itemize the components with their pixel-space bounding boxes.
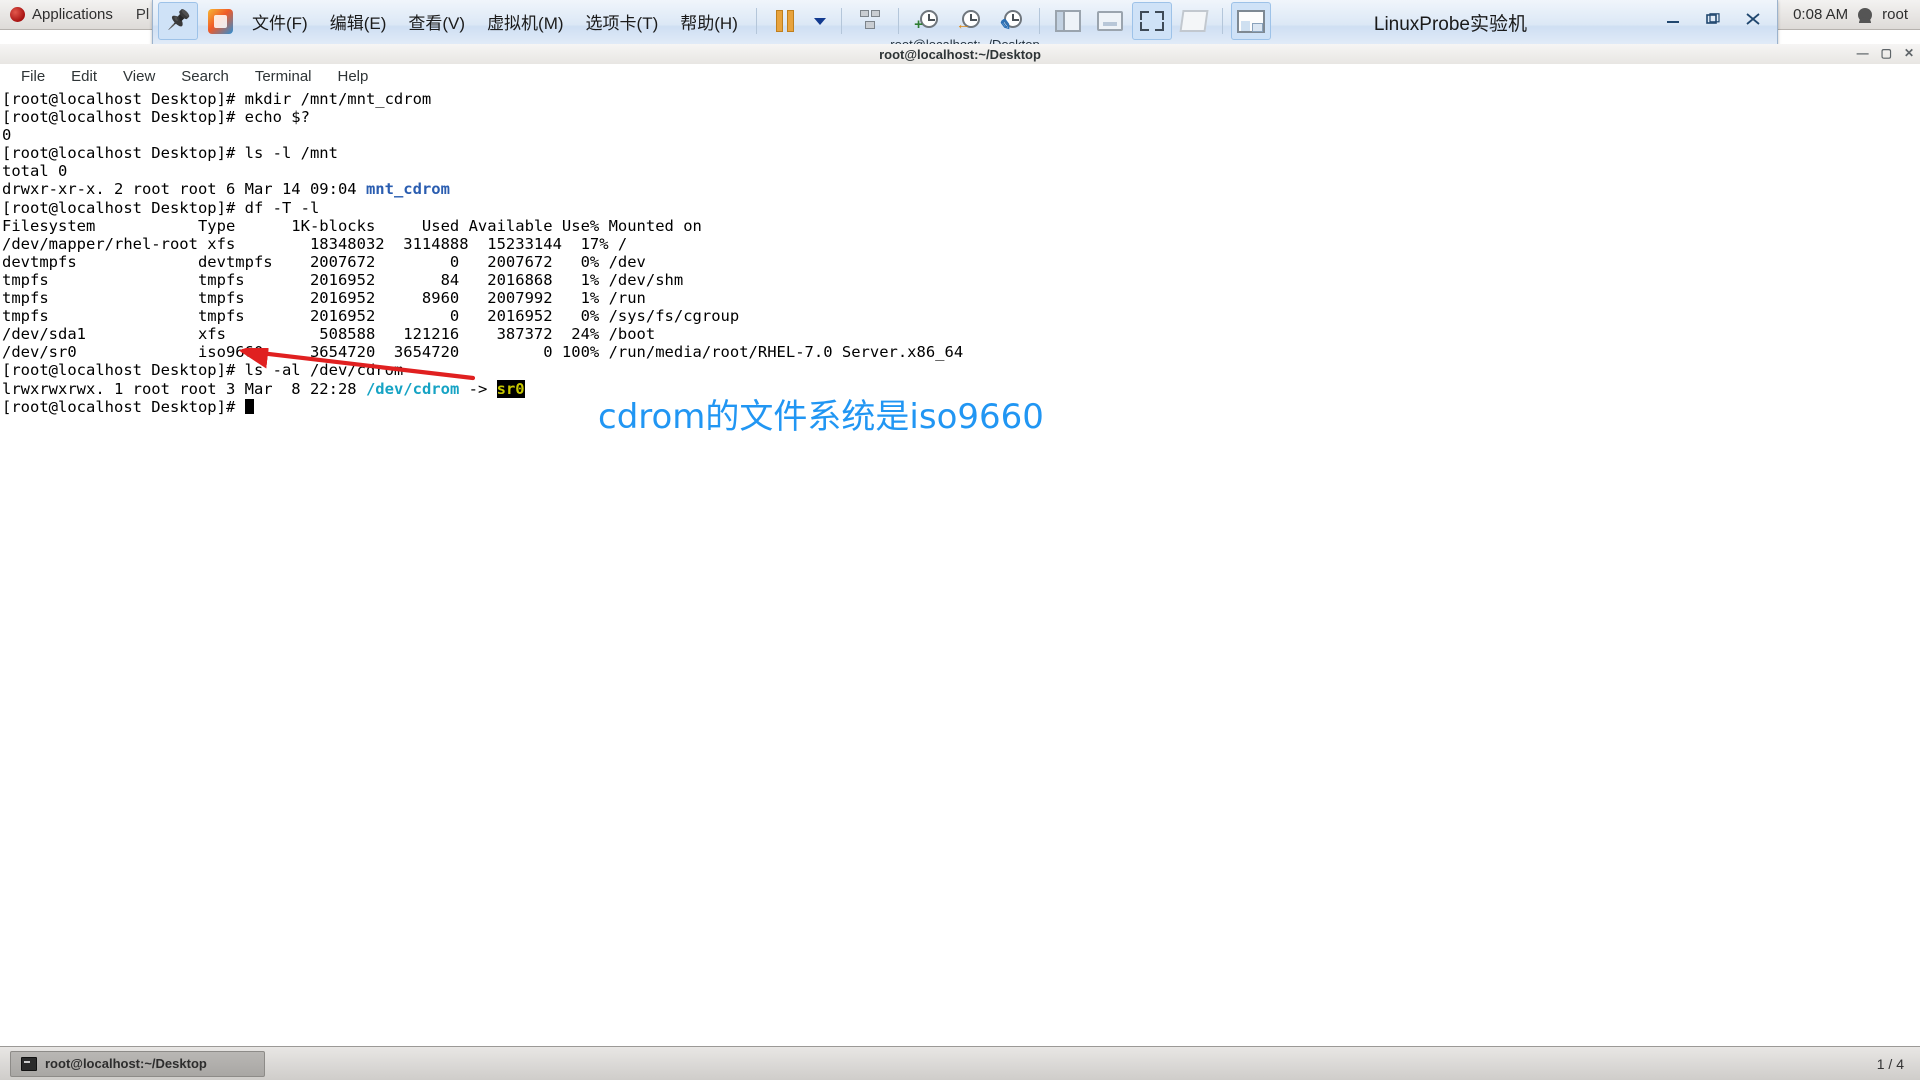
- vmware-app-icon[interactable]: [200, 2, 240, 40]
- menu-edit[interactable]: 编辑(E): [319, 6, 398, 36]
- terminal-title: root@localhost:~/Desktop: [879, 46, 1041, 62]
- gnome-terminal-window: root@localhost:~/Desktop — ▢ ✕ File Edit…: [0, 44, 1920, 1035]
- revert-snapshot-icon[interactable]: ←: [949, 2, 989, 40]
- user-icon: [1858, 7, 1873, 23]
- terminal-line: tmpfs tmpfs 2016952 84 2016868 1% /dev/s…: [2, 270, 684, 289]
- places-menu[interactable]: Pl: [136, 6, 149, 23]
- redhat-logo-icon: [10, 7, 25, 22]
- take-snapshot-icon[interactable]: +: [907, 2, 947, 40]
- toolbar-separator: [1038, 8, 1040, 34]
- taskbar-window-button[interactable]: root@localhost:~/Desktop: [10, 1050, 265, 1077]
- terminal-line: [root@localhost Desktop]# df -T -l: [2, 198, 320, 217]
- terminal-menu-terminal[interactable]: Terminal: [242, 66, 325, 87]
- applications-menu[interactable]: Applications: [32, 6, 113, 23]
- terminal-line: devtmpfs devtmpfs 2007672 0 2007672 0% /…: [2, 252, 646, 271]
- minimize-icon[interactable]: [1655, 6, 1691, 32]
- terminal-menu-help[interactable]: Help: [325, 66, 382, 87]
- pause-icon[interactable]: [765, 2, 805, 40]
- clock[interactable]: 0:08 AM: [1793, 6, 1848, 23]
- taskbar-window-label: root@localhost:~/Desktop: [45, 1056, 207, 1071]
- workspace-pager[interactable]: 1 / 4: [1877, 1056, 1904, 1072]
- toolbar-separator: [897, 8, 899, 34]
- terminal-line: [root@localhost Desktop]# mkdir /mnt/mnt…: [2, 90, 432, 108]
- terminal-maximize-icon[interactable]: ▢: [1881, 46, 1892, 60]
- terminal-line: tmpfs tmpfs 2016952 8960 2007992 1% /run: [2, 289, 646, 308]
- terminal-window-controls: — ▢ ✕: [1857, 46, 1914, 60]
- pin-icon[interactable]: [158, 2, 198, 40]
- terminal-menu-view[interactable]: View: [110, 66, 168, 87]
- restore-icon[interactable]: [1695, 6, 1731, 32]
- snapshot-icon[interactable]: [850, 2, 890, 40]
- menu-view[interactable]: 查看(V): [397, 6, 476, 36]
- toolbar-separator: [840, 8, 842, 34]
- menu-tabs[interactable]: 选项卡(T): [575, 6, 670, 36]
- taskbar: root@localhost:~/Desktop 1 / 4: [0, 1046, 1920, 1080]
- terminal-cursor: [244, 398, 254, 414]
- terminal-titlebar: root@localhost:~/Desktop — ▢ ✕: [0, 44, 1920, 64]
- terminal-menubar: File Edit View Search Terminal Help: [0, 64, 1920, 88]
- menu-help[interactable]: 帮助(H): [669, 6, 749, 36]
- terminal-line: /dev/mapper/rhel-root xfs 18348032 31148…: [2, 234, 628, 253]
- terminal-icon: [21, 1056, 37, 1071]
- user-menu[interactable]: root: [1882, 6, 1908, 23]
- terminal-line: /dev/sr0 iso9660 3654720 3654720 0 100% …: [2, 343, 964, 362]
- terminal-menu-edit[interactable]: Edit: [58, 66, 110, 87]
- terminal-line: Filesystem Type 1K-blocks Used Available…: [2, 216, 702, 235]
- console-view-icon[interactable]: [1230, 2, 1271, 40]
- terminal-menu-file[interactable]: File: [8, 66, 58, 87]
- terminal-line: drwxr-xr-x. 2 root root 6 Mar 14 09:04 m…: [2, 180, 450, 199]
- dropdown-caret-icon[interactable]: [807, 2, 833, 40]
- vmware-window-title: LinuxProbe实验机: [1373, 14, 1527, 35]
- toolbar-separator: [755, 8, 757, 34]
- vmware-toolbar: 文件(F) 编辑(E) 查看(V) 虚拟机(M) 选项卡(T) 帮助(H) +: [153, 0, 1777, 42]
- terminal-menu-search[interactable]: Search: [168, 66, 242, 87]
- terminal-line: 0: [2, 126, 12, 145]
- unity-mode-icon[interactable]: [1174, 2, 1214, 40]
- terminal-line: total 0: [2, 162, 68, 181]
- show-thumbnail-bar-icon[interactable]: [1090, 2, 1130, 40]
- terminal-line: [root@localhost Desktop]# ls -l /mnt: [2, 144, 338, 163]
- vmware-window-controls: [1655, 6, 1771, 32]
- close-icon[interactable]: [1735, 6, 1771, 32]
- terminal-line: /dev/sda1 xfs 508588 121216 387372 24% /…: [2, 325, 656, 344]
- annotation-text: cdrom的文件系统是iso9660: [598, 397, 1044, 437]
- toolbar-separator: [1221, 8, 1223, 34]
- terminal-close-icon[interactable]: ✕: [1904, 46, 1914, 60]
- terminal-line: [root@localhost Desktop]# ls -al /dev/cd…: [2, 361, 404, 380]
- snapshot-manager-icon[interactable]: ✎: [991, 2, 1031, 40]
- enter-fullscreen-icon[interactable]: [1131, 2, 1172, 40]
- menu-file[interactable]: 文件(F): [241, 6, 319, 36]
- terminal-output[interactable]: [root@localhost Desktop]# mkdir /mnt/mnt…: [0, 88, 1920, 1035]
- terminal-line: tmpfs tmpfs 2016952 0 2016952 0% /sys/fs…: [2, 307, 740, 326]
- terminal-line: [root@localhost Desktop]# echo $?: [2, 108, 310, 127]
- terminal-minimize-icon[interactable]: —: [1857, 46, 1869, 60]
- menu-vm[interactable]: 虚拟机(M): [476, 6, 574, 36]
- show-library-icon[interactable]: [1048, 2, 1088, 40]
